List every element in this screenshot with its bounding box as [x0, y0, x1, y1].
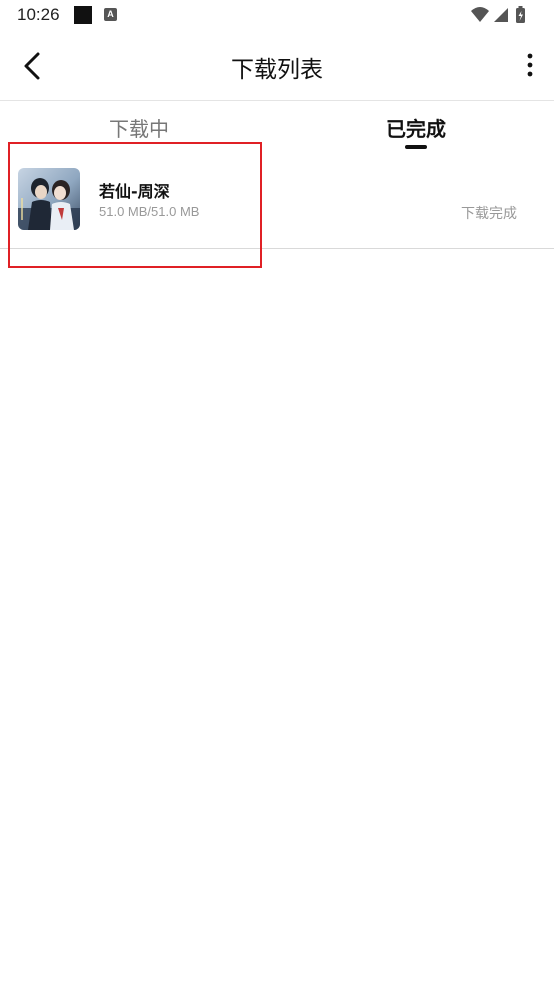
status-icons — [470, 5, 540, 25]
signal-icon — [494, 8, 508, 22]
wifi-icon — [471, 7, 489, 22]
tab-completed[interactable]: 已完成 — [316, 113, 516, 142]
tab-active-indicator — [405, 145, 427, 149]
more-vertical-icon — [527, 53, 533, 77]
download-list: 若仙-周深 51.0 MB/51.0 MB 下载完成 — [0, 152, 554, 249]
status-bar: 10:26 A — [0, 0, 554, 32]
status-time: 10:26 — [17, 5, 60, 24]
more-options-button[interactable] — [520, 48, 540, 82]
file-size: 51.0 MB/51.0 MB — [99, 204, 200, 219]
download-status: 下载完成 — [461, 206, 517, 222]
song-title: 若仙-周深 — [99, 182, 170, 201]
tab-bar: 下载中 已完成 — [0, 101, 554, 153]
list-item[interactable]: 若仙-周深 51.0 MB/51.0 MB 下载完成 — [0, 152, 554, 249]
notification-a-icon: A — [104, 8, 117, 21]
battery-icon — [516, 6, 525, 23]
notification-square-icon — [74, 6, 92, 24]
screen: 10:26 A 下载列表 下载中 已完成 若仙-周深 51.0 MB/51.0 … — [0, 0, 554, 984]
tab-downloading[interactable]: 下载中 — [39, 113, 239, 142]
list-divider — [0, 248, 554, 249]
page-title: 下载列表 — [231, 57, 323, 83]
toolbar: 下载列表 — [0, 32, 554, 100]
song-cover-thumbnail — [18, 168, 80, 230]
